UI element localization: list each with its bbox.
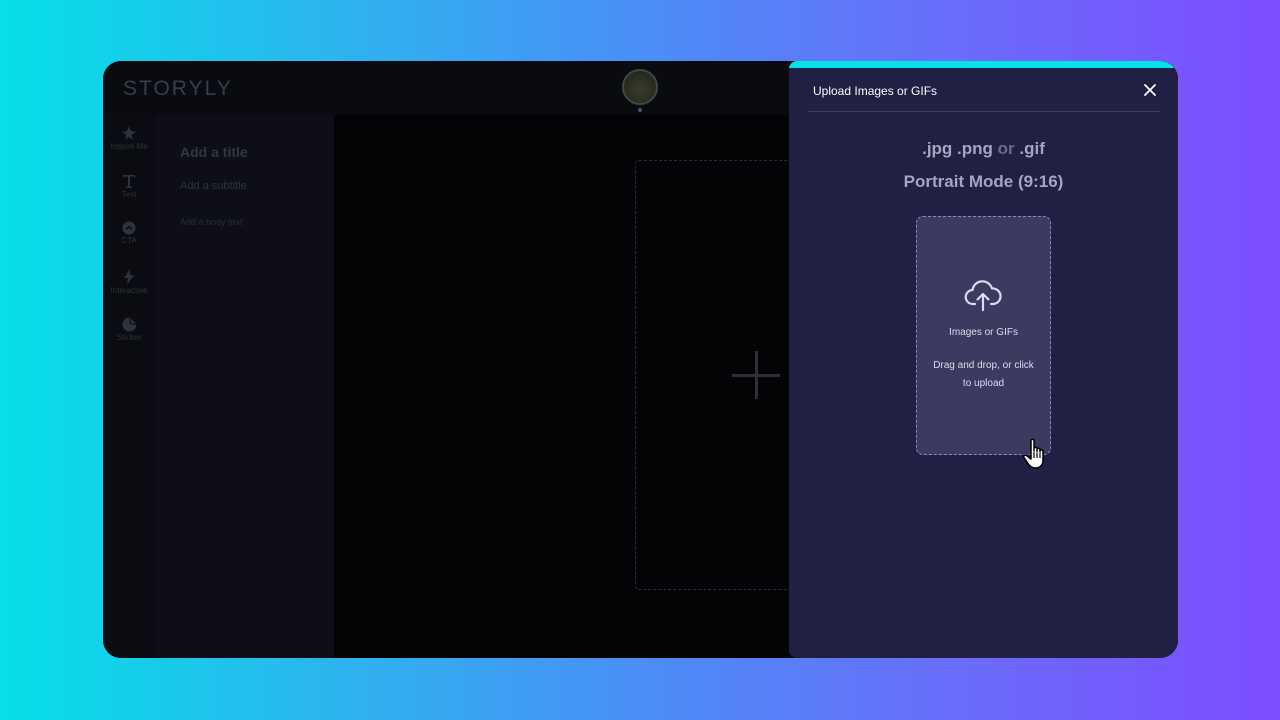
cloud-upload-icon: [964, 280, 1002, 312]
accent-bar: [789, 61, 1178, 68]
text-panel: Add a title Add a subtitle Add a body te…: [155, 115, 334, 658]
cta-icon: [122, 221, 136, 235]
story-avatar[interactable]: [622, 69, 658, 105]
add-body-item[interactable]: Add a body text: [180, 217, 243, 227]
tool-interactive[interactable]: Interactive: [103, 269, 155, 295]
tool-cta[interactable]: CTA: [103, 221, 155, 245]
tool-text[interactable]: Text: [103, 173, 155, 199]
tool-rail: Inspire Me Text CTA Interactive Sticker: [103, 115, 155, 658]
formats-part-2: .gif: [1019, 139, 1045, 158]
dropzone-hint: Drag and drop, or click to upload: [933, 360, 1034, 389]
add-media-icon-vertical: [755, 351, 758, 399]
active-dot: [638, 108, 642, 112]
close-icon: [1144, 84, 1156, 96]
add-title-item[interactable]: Add a title: [180, 144, 248, 160]
tool-sticker[interactable]: Sticker: [103, 317, 155, 342]
tool-label: Inspire Me: [110, 142, 148, 151]
upload-panel-title: Upload Images or GIFs: [813, 84, 938, 98]
tool-label: Sticker: [116, 333, 142, 342]
accepted-formats: .jpg .png or .gif: [789, 139, 1178, 159]
tool-label: Text: [121, 190, 137, 199]
dropzone-title: Images or GIFs: [949, 327, 1018, 338]
hand-pointer-icon: [1023, 438, 1044, 469]
tool-label: Interactive: [110, 286, 148, 295]
upload-panel: Upload Images or GIFs .jpg .png or .gif …: [789, 61, 1178, 658]
upload-dropzone[interactable]: Images or GIFs Drag and drop, or click t…: [916, 216, 1051, 455]
tool-label: CTA: [121, 236, 137, 245]
portrait-mode-label: Portrait Mode (9:16): [903, 172, 1064, 191]
bolt-icon: [124, 269, 134, 285]
tool-inspire-me[interactable]: Inspire Me: [103, 125, 155, 151]
divider: [808, 111, 1160, 112]
formats-or: or: [997, 139, 1015, 158]
add-subtitle-item[interactable]: Add a subtitle: [180, 180, 247, 192]
sticker-icon: [122, 317, 136, 332]
sparkle-icon: [122, 126, 136, 140]
text-icon: [123, 175, 135, 188]
formats-part-1: .jpg .png: [922, 139, 993, 158]
canvas-area: [334, 115, 835, 658]
storyly-logo: STORYLY: [123, 77, 233, 100]
close-button[interactable]: [1141, 81, 1159, 99]
